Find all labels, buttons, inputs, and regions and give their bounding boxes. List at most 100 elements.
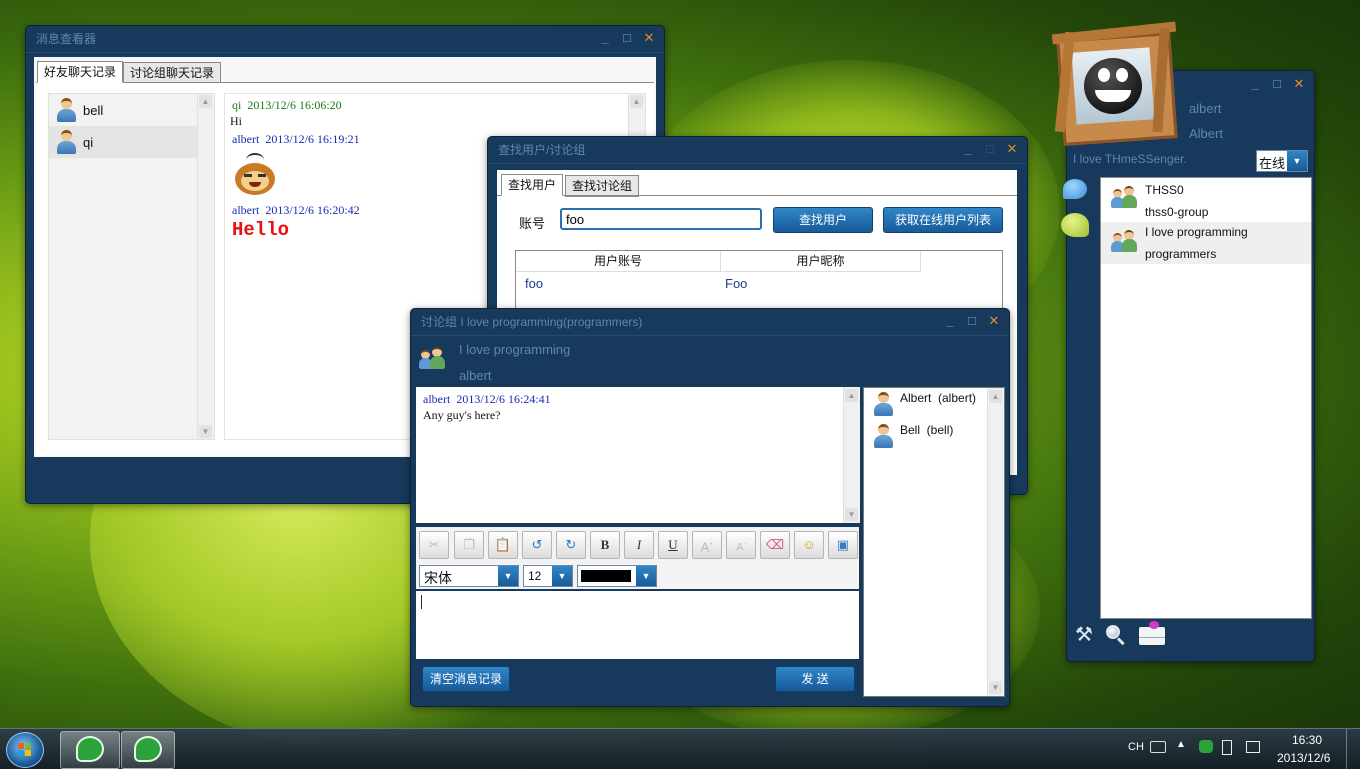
tab-friend-history[interactable]: 好友聊天记录 [37,61,124,83]
network-icon[interactable] [1246,741,1260,753]
clear-history-button[interactable]: 清空消息记录 [422,666,510,692]
close-icon[interactable]: ✕ [987,313,1001,329]
taskbar-app-1[interactable] [60,731,120,769]
user-icon [872,391,894,417]
emoticon-icon[interactable]: ☺ [794,531,824,559]
scroll-up-icon[interactable]: ▲ [199,95,212,108]
maximize-icon[interactable]: □ [620,30,634,46]
maximize-icon[interactable]: □ [983,141,997,157]
group-name: I love programming [459,342,571,357]
chevron-down-icon[interactable]: ▼ [636,566,656,586]
chat-history: albert 2013/12/6 16:24:41 Any guy's here… [416,387,860,523]
column-header-nickname[interactable]: 用户昵称 [721,251,921,272]
font-shrink-icon[interactable]: A- [726,531,756,559]
group-icon [419,347,445,371]
text-cursor [421,595,422,609]
tab-find-group[interactable]: 查找讨论组 [565,175,640,197]
bold-icon[interactable]: B [590,531,620,559]
tab-group-history[interactable]: 讨论组聊天记录 [123,62,222,84]
list-item[interactable]: THSS0 thss0-group [1101,178,1311,222]
get-online-users-button[interactable]: 获取在线用户列表 [883,207,1003,233]
chevron-down-icon[interactable]: ▼ [498,566,518,586]
chevron-down-icon[interactable]: ▼ [1287,151,1307,171]
scroll-up-icon[interactable]: ▲ [845,389,858,402]
group-chat-window: 讨论组 I love programming(programmers) _ □ … [410,308,1010,707]
settings-tools-icon[interactable]: ⚒ [1073,624,1095,646]
minimize-icon[interactable]: _ [961,141,975,157]
chevron-down-icon[interactable]: ▼ [552,566,572,586]
taskbar: CH ▲ 16:30 2013/12/6 [0,728,1360,769]
format-toolbar: ✂ ❐ 📋 ↺ ↻ B I U A+ A- ⌫ ☺ ▣ 宋体 ▼ 12 ▼ ▼ [416,527,859,589]
member-name: Albert (albert) [900,391,977,405]
table-row[interactable]: foo Foo [516,272,1002,294]
chat-bubble-blue-icon[interactable] [1063,179,1087,199]
taskbar-app-2[interactable] [121,731,175,769]
message-text: Any guy's here? [423,408,501,422]
keyboard-icon[interactable] [1150,741,1166,753]
list-item[interactable]: I love programming programmers [1101,222,1311,264]
maximize-icon[interactable]: □ [1270,76,1284,92]
copy-icon[interactable]: ❐ [454,531,484,559]
underline-icon[interactable]: U [658,531,688,559]
contact-sub: thss0-group [1145,205,1209,219]
account-input[interactable] [560,208,762,230]
clock-date[interactable]: 2013/12/6 [1277,751,1330,765]
redo-icon[interactable]: ↻ [556,531,586,559]
list-item[interactable]: qi [49,126,197,158]
show-hidden-icons-icon[interactable]: ▲ [1176,739,1186,750]
maximize-icon[interactable]: □ [965,313,979,329]
scroll-up-icon[interactable]: ▲ [630,95,643,108]
power-icon[interactable] [1222,740,1232,755]
find-user-button[interactable]: 查找用户 [773,207,873,233]
scroll-down-icon[interactable]: ▼ [845,508,858,521]
list-item[interactable]: bell [49,94,197,126]
paste-icon[interactable]: 📋 [488,531,518,559]
user-icon [55,129,77,155]
eraser-icon[interactable]: ⌫ [760,531,790,559]
scroll-down-icon[interactable]: ▼ [989,681,1002,694]
chat-bubble-green-icon[interactable] [1061,213,1089,237]
search-icon[interactable] [1106,625,1126,646]
message-input[interactable] [416,591,859,659]
list-item[interactable]: Albert (albert) [864,388,988,420]
member-list: Albert (albert) Bell (bell) ▲ ▼ [863,387,1005,697]
font-size-select[interactable]: 12 ▼ [523,565,573,587]
input-language[interactable]: CH [1128,741,1144,753]
user-icon [872,423,894,449]
chat-tray-icon[interactable] [1199,740,1213,753]
friend-scrollbar[interactable]: ▲ ▼ [197,94,214,439]
message-text-hello: Hello [232,219,290,241]
signature[interactable]: I love THmeSSenger. [1073,152,1187,166]
column-header-account[interactable]: 用户账号 [516,251,721,272]
clock-time[interactable]: 16:30 [1292,733,1322,747]
chat-app-icon [134,736,162,762]
scroll-down-icon[interactable]: ▼ [199,425,212,438]
account-name: albert [1189,101,1222,116]
font-color-select[interactable]: ▼ [577,565,657,587]
show-desktop-button[interactable] [1346,729,1360,769]
status-select[interactable]: 在线 ▼ [1256,150,1308,172]
minimize-icon[interactable]: _ [598,30,612,46]
list-item[interactable]: Bell (bell) [864,420,988,452]
send-button[interactable]: 发 送 [775,666,855,692]
chat-app-icon [76,736,104,762]
history-scrollbar[interactable]: ▲ ▼ [843,387,860,523]
minimize-icon[interactable]: _ [1248,76,1262,92]
avatar[interactable] [1051,21,1178,146]
start-button[interactable] [6,732,44,768]
font-family-select[interactable]: 宋体 ▼ [419,565,519,587]
image-icon[interactable]: ▣ [828,531,858,559]
minimize-icon[interactable]: _ [943,313,957,329]
scroll-up-icon[interactable]: ▲ [989,390,1002,403]
close-icon[interactable]: ✕ [1292,76,1306,92]
mail-icon[interactable] [1139,621,1165,645]
undo-icon[interactable]: ↺ [522,531,552,559]
main-panel-window: _ □ ✕ albert Albert I love THmeSSenger. … [1061,70,1315,662]
tab-find-user[interactable]: 查找用户 [501,174,564,196]
cut-icon[interactable]: ✂ [419,531,449,559]
close-icon[interactable]: ✕ [642,30,656,46]
italic-icon[interactable]: I [624,531,654,559]
member-scrollbar[interactable]: ▲ ▼ [987,388,1004,696]
close-icon[interactable]: ✕ [1005,141,1019,157]
font-grow-icon[interactable]: A+ [692,531,722,559]
